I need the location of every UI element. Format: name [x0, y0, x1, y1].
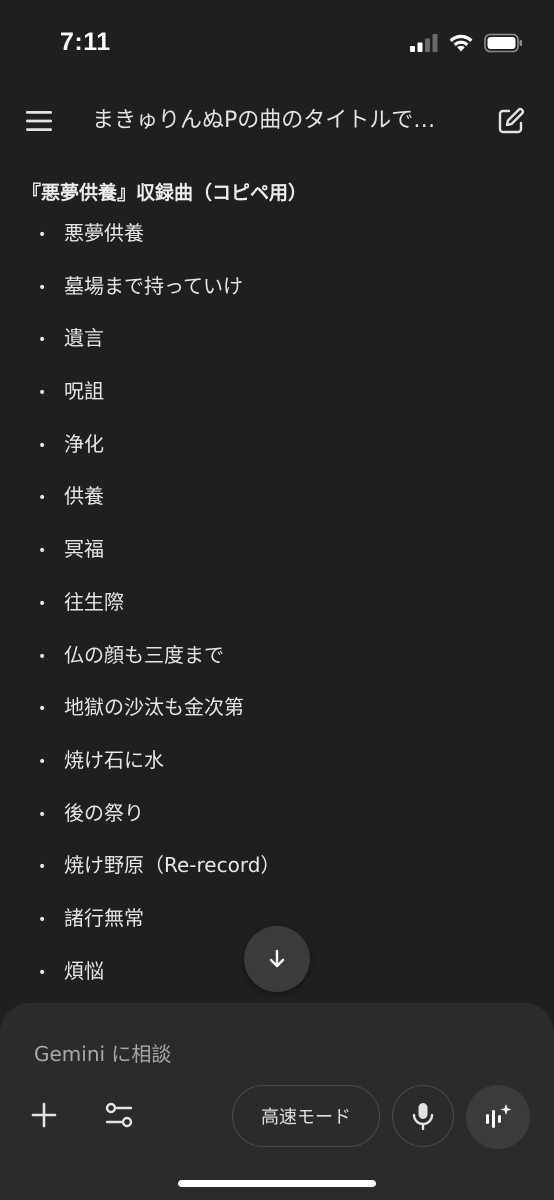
bullet: •: [38, 437, 47, 454]
microphone-icon: [412, 1103, 434, 1131]
wifi-icon: [449, 34, 473, 52]
bullet: •: [38, 648, 47, 665]
bullet: •: [38, 964, 47, 981]
bullet: •: [38, 753, 47, 770]
song-title: 呪詛: [64, 379, 104, 404]
add-attachment-button[interactable]: [26, 1097, 62, 1133]
song-title: 煩悩: [64, 958, 104, 983]
new-chat-button[interactable]: [496, 106, 526, 136]
plus-icon: [31, 1102, 57, 1128]
bullet: •: [38, 227, 47, 243]
microphone-button[interactable]: [392, 1085, 454, 1147]
bullet: •: [38, 911, 47, 928]
sliders-icon: [105, 1102, 133, 1128]
bullet: •: [38, 279, 47, 296]
song-title: 浄化: [64, 431, 104, 456]
cellular-signal-icon: [410, 34, 438, 52]
song-title: 往生際: [64, 589, 124, 614]
song-title: 冥福: [64, 537, 104, 562]
song-title: 後の祭り: [64, 800, 144, 825]
section-heading: 『悪夢供養』収録曲（コピペ用）: [22, 182, 308, 204]
scroll-to-bottom-button[interactable]: [244, 926, 310, 992]
song-title: 遺言: [64, 326, 104, 351]
arrow-down-icon: [269, 949, 285, 968]
bullet: •: [38, 595, 47, 612]
bullet: •: [38, 543, 47, 560]
chat-title[interactable]: まきゅりんぬPの曲のタイトルで…: [92, 106, 472, 136]
song-title: 焼け野原（Re-record）: [64, 853, 281, 878]
gemini-chat-screen: 7:11 まきゅりんぬPの曲のタイトルで… 『悪夢供養』収録曲（コピペ用） • …: [0, 0, 554, 1200]
status-icons: [410, 33, 524, 53]
song-title: 諸行無常: [64, 905, 144, 930]
live-mode-button[interactable]: [466, 1085, 530, 1149]
bullet: •: [38, 806, 47, 823]
composer-panel: 高速モード: [0, 1003, 554, 1200]
chat-header: まきゅりんぬPの曲のタイトルで…: [0, 92, 554, 152]
live-waveform-sparkle-icon: [486, 1104, 512, 1128]
bullet: •: [38, 701, 47, 718]
status-bar: 7:11: [0, 0, 554, 88]
tools-button[interactable]: [100, 1097, 138, 1133]
song-title: 焼け石に水: [64, 747, 164, 772]
bullet: •: [38, 385, 47, 402]
home-indicator: [178, 1180, 376, 1187]
status-time: 7:11: [60, 28, 111, 56]
song-title: 地獄の沙汰も金次第: [64, 695, 244, 720]
mode-selector-button[interactable]: 高速モード: [232, 1085, 380, 1147]
song-title: 悪夢供養: [64, 221, 144, 245]
bullet: •: [38, 332, 47, 349]
song-title: 仏の顔も三度まで: [64, 642, 224, 667]
song-title: 墓場まで持っていけ: [64, 273, 243, 298]
bullet: •: [38, 490, 47, 507]
prompt-input[interactable]: [34, 1037, 494, 1071]
song-title: 供養: [64, 484, 104, 509]
hamburger-menu-icon: [26, 111, 52, 131]
menu-button[interactable]: [24, 106, 58, 136]
battery-icon: [484, 33, 522, 53]
edit-square-icon: [498, 107, 525, 134]
bullet: •: [38, 859, 47, 876]
